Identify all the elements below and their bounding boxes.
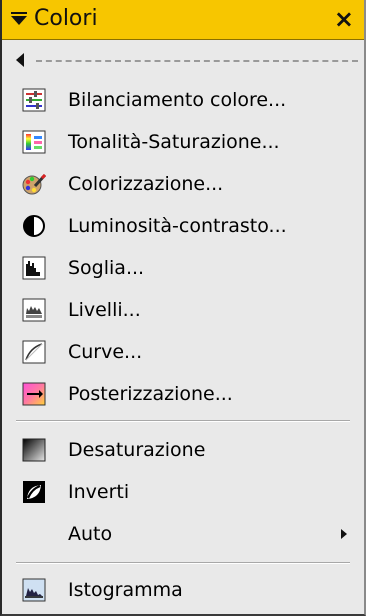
menu-item-hue-saturation[interactable]: Tonalità-Saturazione...: [2, 122, 364, 162]
menu-item-colorize[interactable]: Colorizzazione...: [2, 164, 364, 204]
curves-icon: [22, 340, 46, 364]
menu-item-auto[interactable]: Auto: [2, 514, 364, 554]
menu-item-label: Bilanciamento colore...: [68, 89, 287, 111]
menu-item-label: Curve...: [68, 341, 143, 363]
brightness-contrast-icon: [23, 215, 45, 237]
levels-icon: [22, 298, 46, 322]
menu-item-label: Luminosità-contrasto...: [68, 215, 287, 237]
hue-saturation-icon: [22, 130, 46, 154]
menu-title-bar[interactable]: Colori ×: [2, 0, 364, 40]
left-arrow-icon[interactable]: [14, 52, 26, 68]
menu-item-levels[interactable]: Livelli...: [2, 290, 364, 330]
menu-title: Colori: [34, 6, 98, 31]
threshold-icon: [22, 256, 46, 280]
colors-menu: Colori × Bilanciamento colore... Tonalit…: [0, 0, 366, 616]
menu-item-label: Soglia...: [68, 257, 145, 279]
tearoff-dash: [36, 60, 358, 62]
menu-item-label: Auto: [68, 523, 113, 545]
menu-item-brightness-contrast[interactable]: Luminosità-contrasto...: [2, 206, 364, 246]
menu-item-desaturate[interactable]: Desaturazione: [2, 430, 364, 470]
collapse-triangle-icon[interactable]: [10, 12, 28, 26]
colorize-icon: [22, 173, 46, 195]
menu-item-histogram[interactable]: Istogramma: [2, 570, 364, 610]
menu-separator: [16, 420, 350, 422]
menu-item-curves[interactable]: Curve...: [2, 332, 364, 372]
menu-item-posterize[interactable]: Posterizzazione...: [2, 374, 364, 414]
menu-item-invert[interactable]: Inverti: [2, 472, 364, 512]
invert-icon: [23, 481, 45, 503]
menu-item-label: Posterizzazione...: [68, 383, 233, 405]
tearoff-line[interactable]: [2, 48, 364, 72]
menu-item-color-balance[interactable]: Bilanciamento colore...: [2, 80, 364, 120]
menu-item-threshold[interactable]: Soglia...: [2, 248, 364, 288]
menu-item-label: Tonalità-Saturazione...: [68, 131, 280, 153]
menu-item-label: Livelli...: [68, 299, 141, 321]
close-icon[interactable]: ×: [334, 5, 354, 33]
histogram-icon: [22, 578, 46, 602]
menu-item-label: Colorizzazione...: [68, 173, 224, 195]
menu-item-label: Istogramma: [68, 579, 183, 601]
desaturate-icon: [22, 438, 46, 462]
posterize-icon: [22, 382, 46, 406]
submenu-arrow-icon: [341, 529, 347, 539]
color-balance-icon: [22, 88, 46, 112]
menu-separator: [16, 562, 350, 564]
menu-item-label: Desaturazione: [68, 439, 206, 461]
menu-item-label: Inverti: [68, 481, 130, 503]
